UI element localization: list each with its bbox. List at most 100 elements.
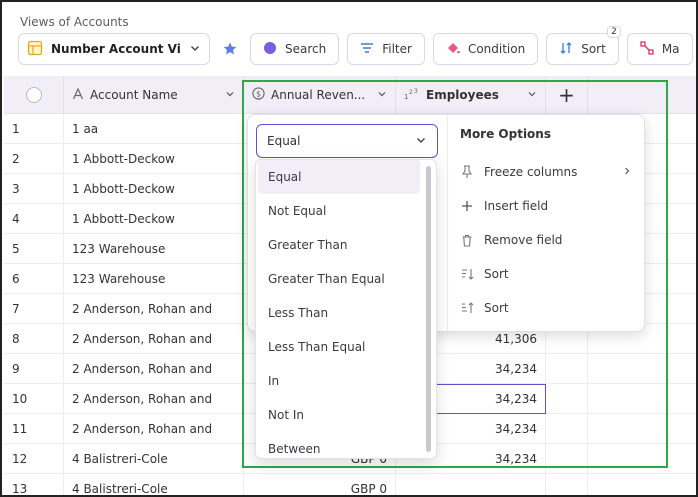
more-option-label: Sort xyxy=(484,267,509,281)
condition-button[interactable]: Condition xyxy=(432,33,539,65)
more-options-title: More Options xyxy=(460,127,551,141)
more-button[interactable]: Ma xyxy=(626,33,693,65)
more-options-list: Freeze columns Insert field Remove field So… xyxy=(460,155,632,325)
more-option-freeze-columns[interactable]: Freeze columns xyxy=(460,155,632,189)
chevron-right-icon xyxy=(622,165,632,179)
chevron-down-icon[interactable] xyxy=(527,88,537,102)
more-option-remove-field[interactable]: Remove field xyxy=(460,223,632,257)
account-name-cell[interactable]: 1 Abbott-Deckow xyxy=(64,204,244,234)
account-name-cell[interactable]: 2 Anderson, Rohan and xyxy=(64,414,244,444)
select-all-checkbox-cell[interactable] xyxy=(4,76,64,114)
search-label: Search xyxy=(285,42,327,56)
empty-cell xyxy=(546,444,588,474)
operator-dropdown: Equal Not Equal Greater Than Greater Than E… xyxy=(255,159,437,459)
pin-icon xyxy=(460,165,474,179)
empty-cell xyxy=(546,414,588,444)
row-number[interactable]: 1 xyxy=(4,114,64,144)
column-header-employees[interactable]: 123 Employees xyxy=(396,76,546,114)
grid-header: Account Name $ Annual Reven... 123 Emplo… xyxy=(4,76,696,114)
search-button[interactable]: Search xyxy=(250,33,340,65)
more-option-sort[interactable]: Sort xyxy=(460,291,632,325)
trash-icon xyxy=(460,234,474,247)
annual-revenue-cell[interactable]: GBP 0 xyxy=(244,474,396,495)
row-number[interactable]: 12 xyxy=(4,444,64,474)
more-option-label: Insert field xyxy=(484,199,549,213)
account-name-cell[interactable]: 4 Balistreri-Cole xyxy=(64,474,244,495)
filter-button[interactable]: Filter xyxy=(347,33,425,65)
chevron-down-icon xyxy=(415,134,427,149)
column-header-annual-revenue[interactable]: $ Annual Reven... xyxy=(244,76,396,114)
account-name-cell[interactable]: 2 Anderson, Rohan and xyxy=(64,354,244,384)
sort-button[interactable]: Sort 2 xyxy=(546,26,621,65)
svg-text:$: $ xyxy=(256,89,261,98)
toolbar: Number Account Vi... Search Filter Condi… xyxy=(18,26,693,65)
row-number[interactable]: 13 xyxy=(4,474,64,495)
more-option-label: Freeze columns xyxy=(484,165,578,179)
svg-text:3: 3 xyxy=(414,88,418,95)
chevron-down-icon xyxy=(189,42,201,57)
sort-label: Sort xyxy=(581,42,606,56)
chevron-down-icon[interactable] xyxy=(377,88,387,102)
more-option-insert-field[interactable]: Insert field xyxy=(460,189,632,223)
empty-cell xyxy=(546,384,588,414)
operator-option[interactable]: Between xyxy=(256,432,422,458)
column-label: Account Name xyxy=(90,88,178,102)
star-icon[interactable] xyxy=(218,41,242,57)
add-column-button[interactable]: + xyxy=(546,76,588,114)
sort-count-badge: 2 xyxy=(607,26,621,38)
row-number[interactable]: 9 xyxy=(4,354,64,384)
row-number[interactable]: 5 xyxy=(4,234,64,264)
account-name-cell[interactable]: 123 Warehouse xyxy=(64,234,244,264)
operator-option[interactable]: Greater Than xyxy=(256,228,422,262)
account-name-cell[interactable]: 2 Anderson, Rohan and xyxy=(64,324,244,354)
chevron-down-icon[interactable] xyxy=(225,88,235,102)
employees-cell[interactable] xyxy=(396,474,546,495)
select-all-checkbox[interactable] xyxy=(25,87,42,103)
account-name-cell[interactable]: 123 Warehouse xyxy=(64,264,244,294)
empty-cell xyxy=(546,354,588,384)
column-header-account-name[interactable]: Account Name xyxy=(64,76,244,114)
currency-icon: $ xyxy=(252,87,265,103)
svg-text:1: 1 xyxy=(404,93,408,100)
account-name-cell[interactable]: 1 Abbott-Deckow xyxy=(64,144,244,174)
plus-icon xyxy=(460,200,474,212)
filter-icon xyxy=(360,42,374,57)
row-number[interactable]: 6 xyxy=(4,264,64,294)
operator-option[interactable]: Not In xyxy=(256,398,422,432)
row-number[interactable]: 2 xyxy=(4,144,64,174)
row-number[interactable]: 4 xyxy=(4,204,64,234)
row-number[interactable]: 11 xyxy=(4,414,64,444)
more-option-sort[interactable]: Sort xyxy=(460,257,632,291)
account-name-cell[interactable]: 4 Balistreri-Cole xyxy=(64,444,244,474)
operator-option[interactable]: Greater Than Equal xyxy=(256,262,422,296)
filter-label: Filter xyxy=(382,42,412,56)
column-label: Annual Reven... xyxy=(271,88,366,102)
row-number[interactable]: 3 xyxy=(4,174,64,204)
operator-option[interactable]: In xyxy=(256,364,422,398)
dropdown-scrollbar[interactable] xyxy=(426,166,431,452)
nodes-icon xyxy=(640,40,654,58)
row-number[interactable]: 8 xyxy=(4,324,64,354)
operator-option[interactable]: Less Than xyxy=(256,296,422,330)
operator-option[interactable]: Not Equal xyxy=(256,194,422,228)
row-number[interactable]: 10 xyxy=(4,384,64,414)
account-name-cell[interactable]: 1 Abbott-Deckow xyxy=(64,174,244,204)
more-label: Ma xyxy=(661,42,680,56)
more-option-label: Sort xyxy=(484,301,509,315)
row-number[interactable]: 7 xyxy=(4,294,64,324)
account-name-cell[interactable]: 2 Anderson, Rohan and xyxy=(64,294,244,324)
account-name-cell[interactable]: 2 Anderson, Rohan and xyxy=(64,384,244,414)
search-icon xyxy=(263,41,277,58)
operator-select[interactable]: Equal xyxy=(256,124,438,158)
operator-option[interactable]: Less Than Equal xyxy=(256,330,422,364)
operator-option[interactable]: Equal xyxy=(258,160,420,194)
svg-text:2: 2 xyxy=(409,89,413,96)
table-view-icon xyxy=(27,40,43,59)
sort-ascending-icon xyxy=(460,302,474,314)
table-row[interactable]: 13 4 Balistreri-Cole GBP 0 xyxy=(4,474,696,495)
paint-bucket-icon xyxy=(446,41,460,58)
sort-descending-icon xyxy=(460,268,474,280)
account-name-cell[interactable]: 1 aa xyxy=(64,114,244,144)
number-type-icon: 123 xyxy=(404,88,420,103)
view-selector[interactable]: Number Account Vi... xyxy=(18,33,210,65)
